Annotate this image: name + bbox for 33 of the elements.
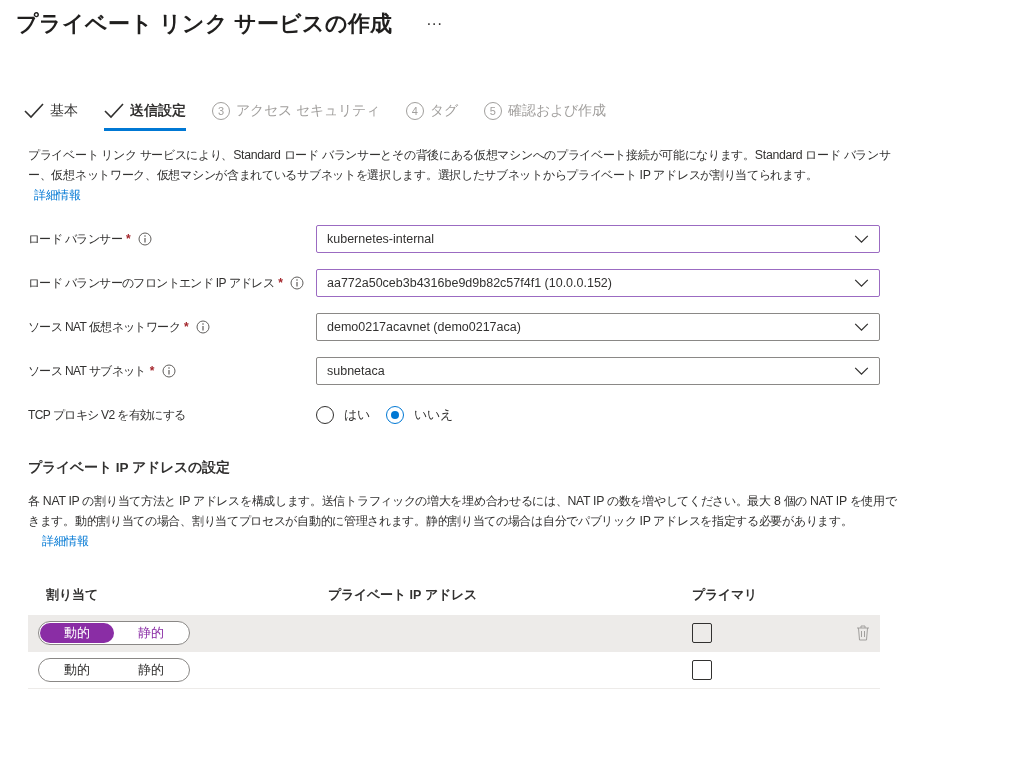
field-label: ロード バランサーのフロントエンド IP アドレス [28, 274, 275, 292]
page-title: プライベート リンク サービスの作成 [16, 10, 393, 38]
field-label: ソース NAT サブネット [28, 362, 146, 380]
allocation-toggle[interactable]: 動的 静的 [38, 621, 190, 645]
column-header: プライベート IP アドレス [328, 586, 478, 604]
more-button[interactable]: ··· [422, 15, 447, 33]
learn-more-link[interactable]: 詳細情報 [42, 534, 89, 548]
toggle-option[interactable]: 動的 [40, 623, 114, 643]
section-heading: プライベート IP アドレスの設定 [28, 459, 231, 477]
wizard-tab[interactable]: 基本 [24, 102, 78, 131]
field-label: ロード バランサー [28, 230, 122, 248]
dropdown-field[interactable]: subnetaca [316, 357, 880, 385]
column-header: 割り当て [45, 586, 99, 604]
dropdown-field[interactable]: aa772a50ceb3b4316be9d9b82c57f4f1 (10.0.0.152) [316, 269, 880, 297]
toggle-option[interactable]: 静的 [114, 623, 188, 643]
field-label: ソース NAT 仮想ネットワーク [28, 318, 180, 336]
toggle-option[interactable]: 動的 [40, 660, 114, 680]
required-asterisk: * [125, 232, 130, 246]
toggle-option[interactable]: 静的 [114, 660, 188, 680]
radio-option[interactable]: いいえ [386, 406, 453, 424]
allocation-toggle[interactable]: 動的 静的 [38, 658, 190, 682]
description-text: プライベート リンク サービスにより、Standard ロード バランサーとその背後にある仮想マシンへのプライベート接続が可能になります。Standard ロード バランサー、仮想ネットワーク、仮想マシンが含まれているサブネットを選択します。選択したサブネットからプライベート IP アドレスが割り当てられます。 詳細情報 [28, 147, 892, 204]
field-label: TCP プロキシ V2 を有効にする [28, 406, 186, 424]
required-asterisk: * [183, 320, 189, 334]
wizard-tab[interactable]: 送信設定 [104, 102, 186, 131]
dropdown-field[interactable]: kubernetes-internal [316, 225, 880, 253]
required-asterisk: * [278, 276, 283, 290]
required-asterisk: * [149, 364, 154, 378]
section-text: 各 NAT IP の割り当て方法と IP アドレスを構成します。送信トラフィックの増大を埋め合わせるには、NAT IP の数を増やしてください。最大 8 個の NAT IP を使用できます。動的割り当ての場合、割り当てプロセスが自動的に管理されます。静的割り当ての場合は自分でパブリック IP アドレスを指定する必要があります。 詳細情報 [28, 493, 898, 550]
dropdown-field[interactable]: demo0217acavnet (demo0217aca) [316, 313, 880, 341]
learn-more-link[interactable]: 詳細情報 [34, 188, 81, 202]
radio-option[interactable]: はい [316, 406, 370, 424]
column-header: プライマリ [692, 586, 758, 604]
